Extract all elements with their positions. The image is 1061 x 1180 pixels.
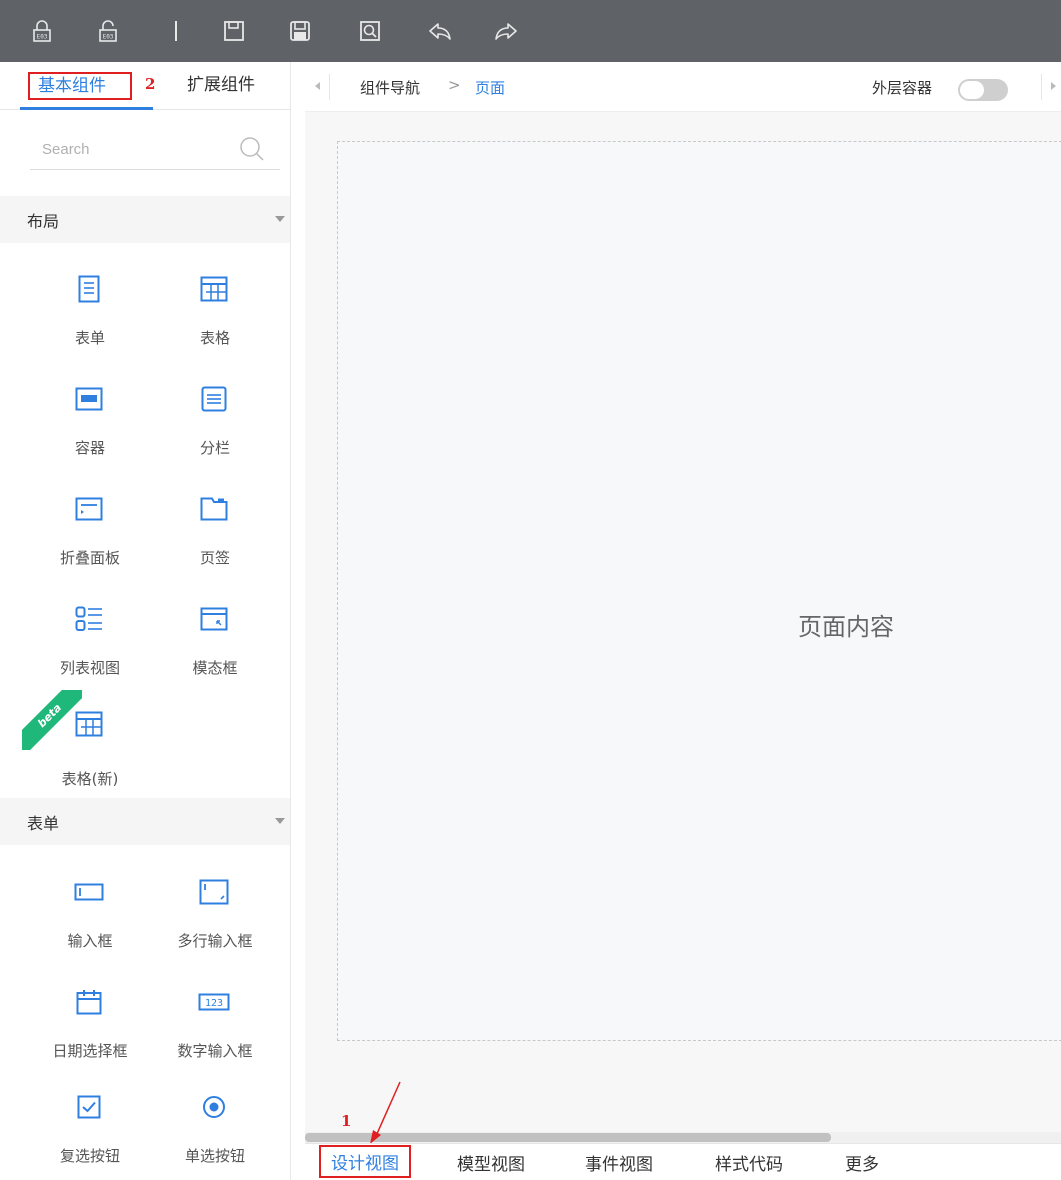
section-title: 表单 — [27, 814, 60, 833]
tab-style-code[interactable]: 样式代码 — [715, 1150, 783, 1175]
container-icon — [69, 379, 109, 419]
component-label: 表格 — [199, 329, 230, 347]
tab-event-view[interactable]: 事件视图 — [585, 1150, 653, 1175]
component-number-input[interactable]: 123 数字输入框 — [160, 982, 270, 1078]
annotation-number: 2 — [145, 75, 156, 93]
component-label: 列表视图 — [59, 659, 120, 677]
input-icon — [69, 872, 109, 912]
divider — [329, 74, 330, 100]
beta-badge-text: beta — [22, 690, 82, 750]
component-list-view[interactable]: 列表视图 — [35, 599, 145, 695]
svg-text:E03: E03 — [103, 34, 114, 41]
breadcrumb-current[interactable]: 页面 — [475, 77, 505, 98]
form-icon — [69, 269, 109, 309]
component-panel: 基本组件 2 扩展组件 布局 表单 表格 容器 分栏 — [0, 62, 291, 1180]
component-label: 分栏 — [199, 439, 230, 457]
tab-model-view[interactable]: 模型视图 — [457, 1150, 525, 1175]
component-label: 模态框 — [192, 659, 238, 677]
beta-badge: beta — [22, 690, 82, 750]
number-input-icon: 123 — [194, 982, 234, 1022]
component-container[interactable]: 容器 — [35, 379, 145, 475]
tab-design-view[interactable]: 设计视图 — [319, 1145, 411, 1178]
top-toolbar: E03 E03 — [0, 0, 1061, 62]
page-content-placeholder: 页面内容 — [798, 613, 894, 641]
active-tab-indicator — [20, 107, 153, 110]
save-icon[interactable] — [218, 15, 250, 47]
component-label: 表单 — [74, 329, 105, 347]
component-label: 多行输入框 — [177, 932, 253, 950]
tab-more[interactable]: 更多 — [845, 1150, 879, 1175]
unlock-icon[interactable]: E03 — [92, 15, 124, 47]
divider — [1041, 74, 1042, 100]
toggle-knob — [960, 81, 984, 99]
search-icon[interactable] — [238, 135, 266, 167]
outer-container-label: 外层容器 — [872, 79, 933, 97]
view-tabs: 设计视图 模型视图 事件视图 样式代码 更多 — [305, 1143, 1061, 1180]
redo-icon[interactable] — [490, 15, 522, 47]
component-search — [30, 128, 280, 170]
component-label: 表格(新) — [61, 770, 119, 788]
date-picker-icon — [69, 982, 109, 1022]
annotation-number: 1 — [341, 1112, 352, 1130]
separator-icon — [160, 15, 192, 47]
tab-extended-components[interactable]: 扩展组件 — [187, 72, 255, 98]
component-checkbox[interactable]: 复选按钮 — [35, 1087, 145, 1180]
component-tabs[interactable]: 页签 — [160, 489, 270, 585]
svg-text:123: 123 — [205, 998, 223, 1009]
annotation-arrow-icon — [370, 1081, 401, 1144]
section-layout-header[interactable]: 布局 — [0, 196, 290, 243]
breadcrumb: 组件导航 > 页面 外层容器 — [305, 62, 1061, 112]
component-tabs: 基本组件 2 扩展组件 — [0, 62, 290, 110]
table-icon — [194, 269, 234, 309]
outer-container-toggle[interactable] — [958, 79, 1008, 101]
section-title: 布局 — [27, 212, 60, 231]
section-form-header[interactable]: 表单 — [0, 798, 290, 845]
component-textarea[interactable]: 多行输入框 — [160, 872, 270, 968]
radio-icon — [194, 1087, 234, 1127]
component-collapse-panel[interactable]: 折叠面板 — [35, 489, 145, 585]
save-as-icon[interactable] — [284, 15, 316, 47]
component-label: 输入框 — [67, 932, 113, 950]
component-label: 数字输入框 — [177, 1042, 253, 1060]
textarea-icon — [194, 872, 234, 912]
component-columns[interactable]: 分栏 — [160, 379, 270, 475]
component-label: 页签 — [199, 549, 230, 567]
component-label: 日期选择框 — [52, 1042, 128, 1060]
modal-icon — [194, 599, 234, 639]
svg-text:E03: E03 — [37, 34, 48, 41]
collapse-panel-icon — [69, 489, 109, 529]
undo-icon[interactable] — [424, 15, 456, 47]
component-label: 容器 — [74, 439, 105, 457]
component-modal[interactable]: 模态框 — [160, 599, 270, 695]
component-table[interactable]: 表格 — [160, 269, 270, 365]
component-radio[interactable]: 单选按钮 — [160, 1087, 270, 1180]
component-label: 单选按钮 — [184, 1147, 245, 1165]
caret-down-icon — [275, 216, 285, 222]
breadcrumb-root[interactable]: 组件导航 — [360, 77, 420, 98]
caret-down-icon — [275, 818, 285, 824]
lock-icon[interactable]: E03 — [26, 15, 58, 47]
scroll-right-icon[interactable] — [1051, 82, 1056, 90]
search-input[interactable] — [42, 134, 222, 164]
tabs-icon — [194, 489, 234, 529]
preview-icon[interactable] — [354, 15, 386, 47]
component-date-picker[interactable]: 日期选择框 — [35, 982, 145, 1078]
component-form[interactable]: 表单 — [35, 269, 145, 365]
breadcrumb-separator: > — [448, 76, 461, 94]
component-input[interactable]: 输入框 — [35, 872, 145, 968]
scroll-left-icon[interactable] — [315, 82, 320, 90]
columns-icon — [194, 379, 234, 419]
list-view-icon — [69, 599, 109, 639]
page-drop-area[interactable]: 页面内容 — [337, 141, 1061, 1041]
tab-basic-components[interactable]: 基本组件 — [28, 72, 132, 100]
design-canvas: 页面内容 — [305, 112, 1061, 1132]
component-label: 复选按钮 — [59, 1147, 120, 1165]
checkbox-icon — [69, 1087, 109, 1127]
component-label: 折叠面板 — [59, 549, 120, 567]
